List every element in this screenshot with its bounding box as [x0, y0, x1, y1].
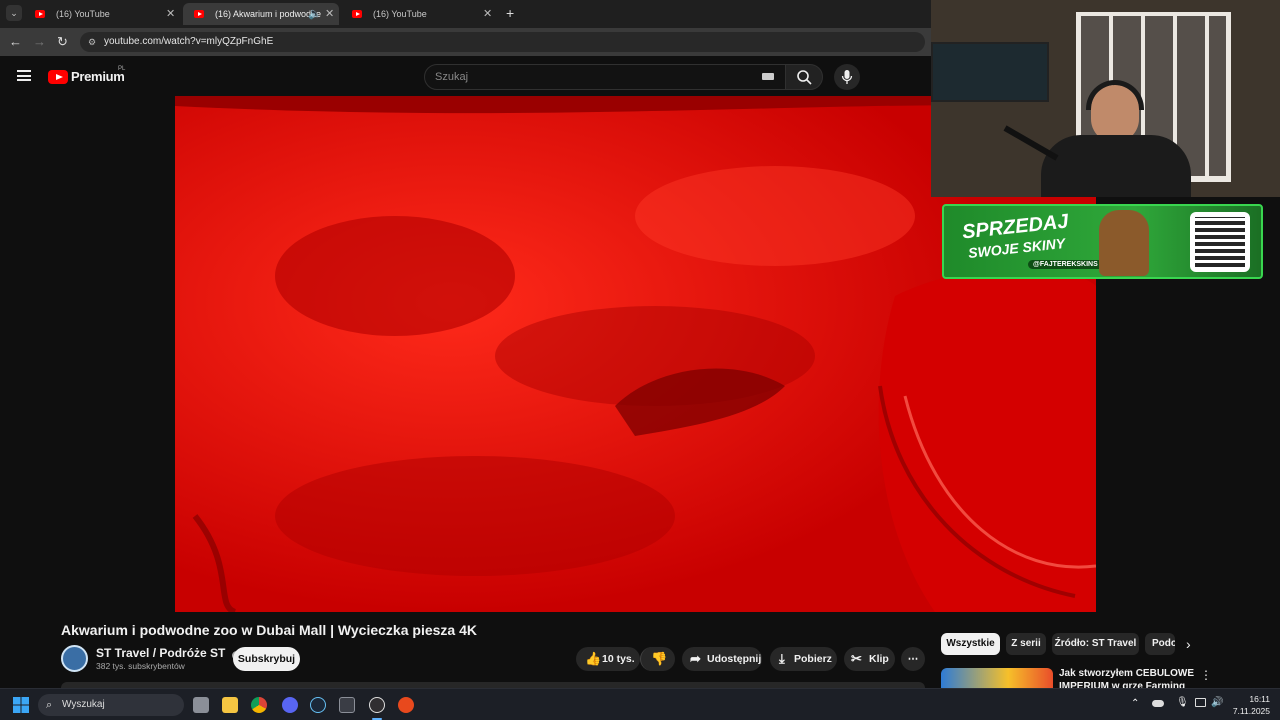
share-label: Udostępnij	[707, 653, 762, 665]
download-label: Pobierz	[794, 653, 832, 665]
recommended-title-2[interactable]: IMPERIUM w grze Farming	[1059, 681, 1185, 688]
chip-similar[interactable]: Podo	[1145, 633, 1175, 655]
windows-taskbar: ⌕ Wyszukaj ⌃ 🎙 🔊 16:11 7.11.2025	[0, 688, 1280, 720]
tab-title: (16) YouTube	[56, 9, 110, 19]
qr-code-icon	[1190, 212, 1250, 272]
app-icon[interactable]	[398, 697, 414, 713]
download-icon: ⤓	[779, 651, 785, 666]
channel-name[interactable]: ST Travel / Podróże ST ✓	[96, 646, 241, 660]
streamer-body	[1041, 135, 1191, 197]
xbox-icon[interactable]	[339, 697, 355, 713]
search-placeholder: Szukaj	[435, 71, 469, 83]
banner-handle: @FAJTEREKSKINS	[1028, 260, 1103, 269]
browser-tab[interactable]: (16) YouTube ✕	[341, 3, 497, 25]
recommended-menu-icon[interactable]: ⋮	[1200, 668, 1212, 682]
menu-icon[interactable]	[17, 70, 31, 81]
webcam-overlay	[931, 0, 1280, 197]
clock-time: 16:11	[1249, 694, 1270, 704]
file-explorer-icon[interactable]	[222, 697, 238, 713]
clock-date: 7.11.2025	[1232, 706, 1270, 716]
site-info-icon[interactable]: ⚙	[88, 32, 96, 52]
browser-tab-bar: ⌄ (16) YouTube ✕ (16) Akwarium i podwodn…	[0, 0, 931, 28]
system-clock[interactable]: 16:11 7.11.2025	[1230, 693, 1270, 717]
share-button[interactable]: ➦ Udostępnij	[682, 647, 762, 671]
dog-mascot	[1099, 210, 1149, 276]
keyboard-icon[interactable]	[762, 73, 774, 80]
youtube-logo-icon[interactable]	[48, 70, 68, 84]
chip-all[interactable]: Wszystkie	[941, 633, 1000, 655]
subscriber-count: 382 tys. subskrybentów	[96, 661, 185, 671]
chip-series[interactable]: Z serii	[1006, 633, 1046, 655]
close-tab-icon[interactable]: ✕	[325, 3, 334, 25]
taskbar-search-placeholder: Wyszukaj	[62, 699, 105, 710]
task-view-icon[interactable]	[193, 697, 209, 713]
more-actions-button[interactable]: ⋯	[901, 647, 925, 671]
microphone-icon	[841, 70, 853, 84]
clip-button[interactable]: ✂ Klip	[844, 647, 895, 671]
recommended-title-1[interactable]: Jak stworzyłem CEBULOWE	[1059, 668, 1194, 679]
logo-text[interactable]: Premium	[71, 69, 125, 84]
voice-search-button[interactable]	[834, 64, 860, 90]
search-icon	[797, 70, 812, 85]
windows-start-icon[interactable]	[13, 697, 29, 713]
channel-avatar[interactable]	[61, 645, 88, 672]
url-input[interactable]: ⚙ youtube.com/watch?v=mlyQZpFnGhE	[80, 32, 925, 52]
speaker-icon[interactable]: 🔈	[308, 3, 322, 25]
like-button[interactable]: 👍 10 tys.	[576, 647, 640, 671]
channel-name-text: ST Travel / Podróże ST	[96, 646, 226, 660]
url-text: youtube.com/watch?v=mlyQZpFnGhE	[104, 36, 274, 47]
steam-icon[interactable]	[310, 697, 326, 713]
discord-icon[interactable]	[282, 697, 298, 713]
download-button[interactable]: ⤓ Pobierz	[770, 647, 837, 671]
chip-source[interactable]: Źródło: ST Travel	[1052, 633, 1139, 655]
thumbs-up-icon: 👍	[585, 651, 602, 666]
obs-icon[interactable]	[369, 697, 385, 713]
like-count: 10 tys.	[602, 653, 635, 665]
new-tab-button[interactable]: +	[506, 5, 514, 21]
search-button[interactable]	[785, 64, 823, 90]
address-toolbar: ← → ↻ ⚙ youtube.com/watch?v=mlyQZpFnGhE	[0, 28, 931, 56]
video-title: Akwarium i podwodne zoo w Dubai Mall | W…	[61, 622, 477, 638]
aquarium	[931, 42, 1049, 102]
microphone-icon[interactable]: 🎙	[1176, 697, 1189, 708]
taskbar-search-input[interactable]: ⌕ Wyszukaj	[38, 694, 184, 716]
search-input[interactable]: Szukaj	[424, 64, 786, 90]
search-icon: ⌕	[46, 699, 53, 711]
more-icon: ⋯	[907, 653, 919, 665]
network-icon[interactable]	[1195, 698, 1206, 707]
tab-title: (16) Akwarium i podwodne	[215, 9, 322, 19]
chrome-icon[interactable]	[251, 697, 267, 713]
close-tab-icon[interactable]: ✕	[166, 3, 175, 25]
scissors-icon: ✂	[851, 651, 862, 666]
share-icon: ➦	[690, 651, 701, 666]
youtube-favicon-icon	[352, 10, 362, 18]
clip-label: Klip	[869, 653, 889, 665]
onedrive-icon[interactable]	[1152, 700, 1164, 707]
youtube-favicon-icon	[194, 10, 204, 18]
back-icon[interactable]: ←	[9, 34, 22, 49]
microphone-arm	[1003, 125, 1059, 161]
region-code: PL	[118, 66, 126, 72]
subscribe-button[interactable]: Subskrybuj	[233, 647, 300, 671]
sponsor-banner[interactable]: SPRZEDAJ SWOJE SKINY @FAJTEREKSKINS	[942, 204, 1263, 279]
thumbs-down-icon: 👎	[651, 651, 668, 666]
tray-overflow-icon[interactable]: ⌃	[1131, 698, 1139, 709]
close-tab-icon[interactable]: ✕	[483, 3, 492, 25]
forward-icon[interactable]: →	[33, 34, 46, 49]
recommended-thumbnail[interactable]	[941, 668, 1053, 688]
browser-tab-active[interactable]: (16) Akwarium i podwodne 🔈 ✕	[183, 3, 339, 25]
chips-next-icon[interactable]: ›	[1186, 636, 1191, 652]
reload-icon[interactable]: ↻	[57, 34, 68, 50]
browser-tab[interactable]: (16) YouTube ✕	[24, 3, 180, 25]
dislike-button[interactable]: 👎	[640, 647, 675, 671]
tab-title: (16) YouTube	[373, 9, 427, 19]
youtube-favicon-icon	[35, 10, 45, 18]
tab-list-dropdown-icon[interactable]: ⌄	[6, 5, 22, 21]
volume-icon[interactable]: 🔊	[1211, 697, 1223, 708]
